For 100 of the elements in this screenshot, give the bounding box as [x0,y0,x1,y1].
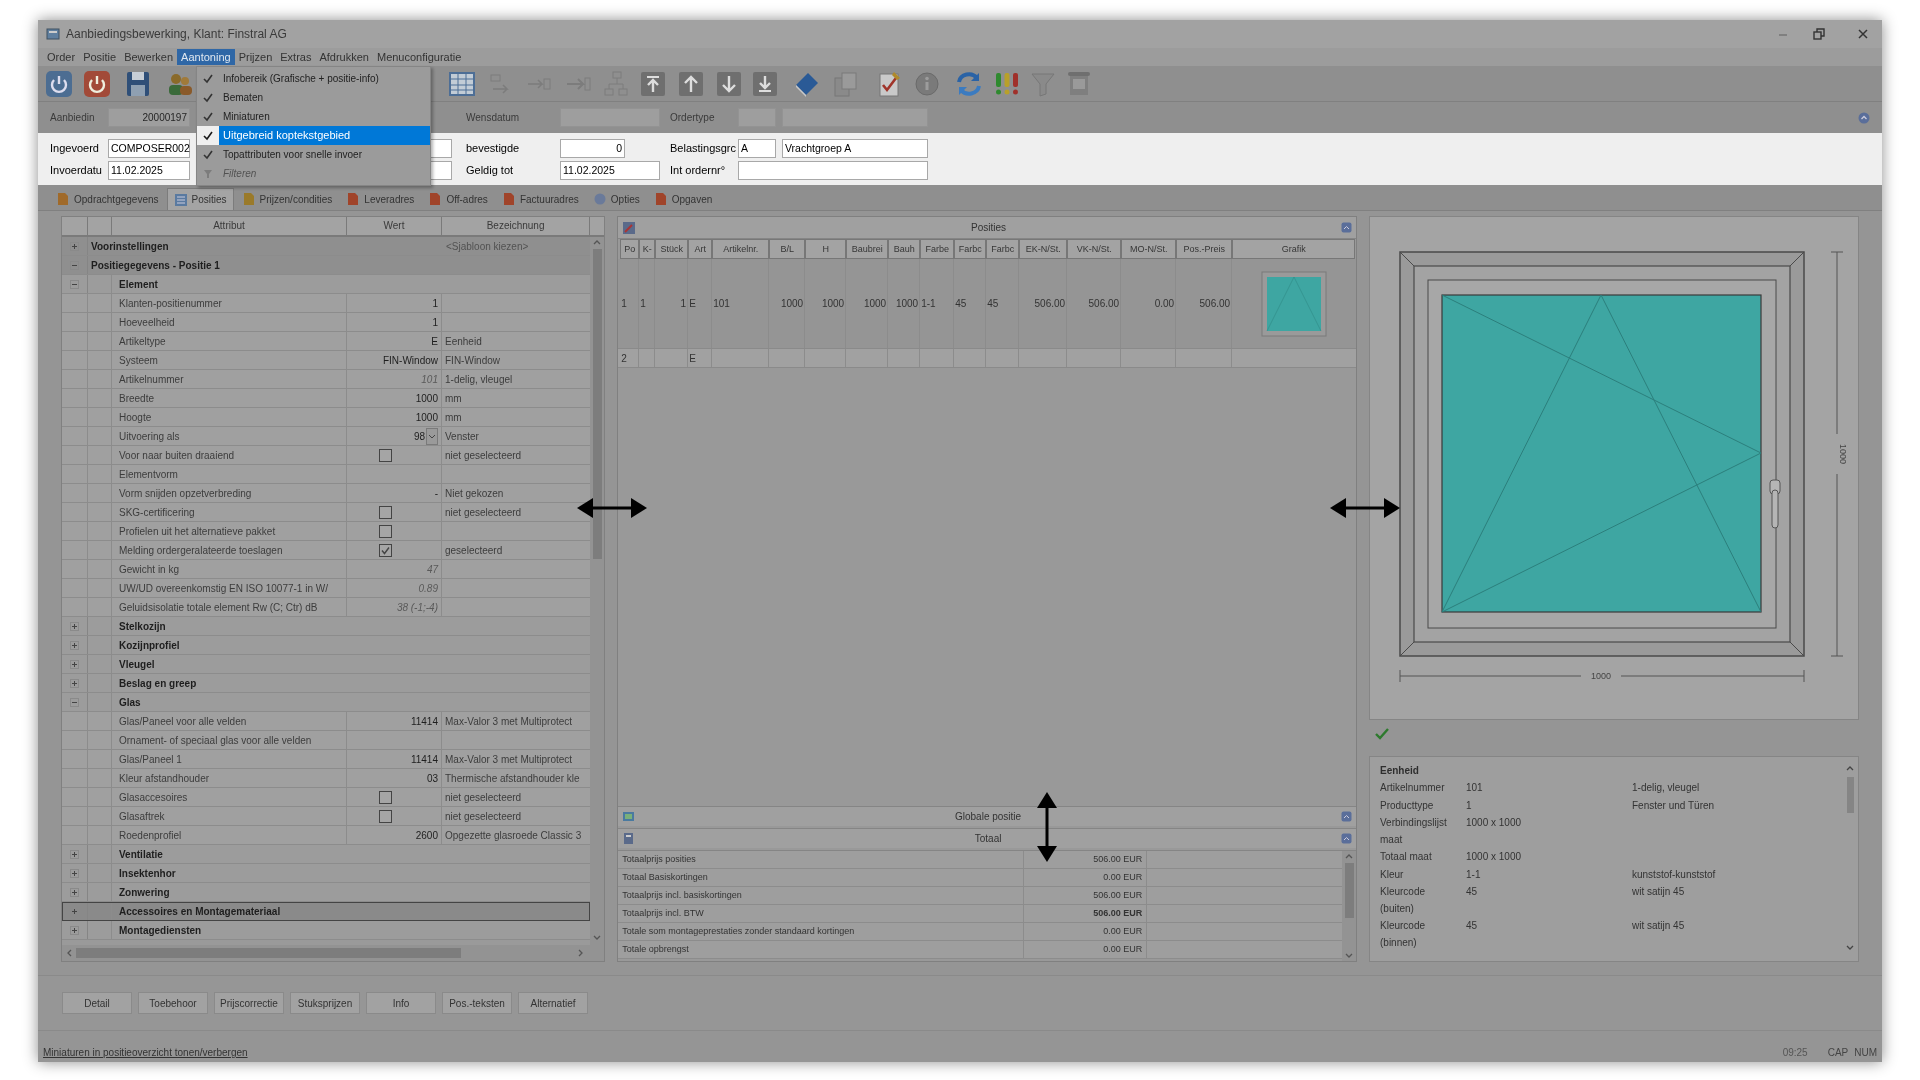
column-header[interactable]: Stück [655,239,689,259]
tree-row[interactable]: Profielen uit het alternatieve pakket [62,522,591,541]
tree-row[interactable]: Beslag en greep [62,674,591,693]
tree-row[interactable]: Glas/Paneel 1 11414 Max-Valor 3 met Multiprotect [62,750,591,769]
tree-row[interactable]: Montagediensten [62,921,591,940]
column-header[interactable]: Attribut [112,217,347,235]
close-icon[interactable] [1856,27,1870,41]
input-field[interactable]: A [738,138,776,158]
expand-toggle-icon[interactable] [70,887,79,897]
expand-toggle-icon[interactable] [70,640,79,650]
expand-toggle-icon[interactable] [70,678,79,688]
tree-row[interactable]: Vorm snijden opzetverbreding - Niet gekozen [62,484,591,503]
tree-row[interactable]: Breedte 1000 mm [62,389,591,408]
tab[interactable]: Factuuradres [495,188,585,210]
column-header[interactable]: H [805,239,847,259]
tree-row[interactable]: Roedenprofiel 2600 Opgezette glasroede Classic 3 [62,826,591,845]
tree-row[interactable]: Gewicht in kg 47 [62,560,591,579]
tree-row[interactable]: Ventilatie [62,845,591,864]
menu-item[interactable]: Miniaturen [197,107,430,126]
action-button[interactable]: Stuksprijzen [290,992,360,1014]
tree-row[interactable]: Glas [62,693,591,712]
restore-icon[interactable] [1812,27,1826,41]
tab[interactable]: Off-adres [422,188,494,210]
tree-row[interactable]: Positiegegevens - Positie 1 [62,256,591,275]
tab[interactable]: Prijzen/condities [235,188,339,210]
expand-toggle-icon[interactable] [70,849,79,859]
tree-row[interactable]: Glasaccesoires niet geselecteerd [62,788,591,807]
input-field[interactable]: COMPOSER002 [108,138,190,158]
input-field[interactable]: Vrachtgroep A [782,138,928,158]
tree-row[interactable]: Vleugel [62,655,591,674]
power-icon[interactable] [44,68,74,99]
scrollbar[interactable] [590,237,605,945]
tree-row[interactable]: Hoeveelheid 1 [62,313,591,332]
tree-row[interactable]: UW/UD overeenkomstig EN ISO 10077-1 in W/ 0.89 [62,579,591,598]
expand-toggle-icon[interactable] [70,621,79,631]
menu-item[interactable]: Order [43,49,80,65]
expand-toggle-icon[interactable] [70,241,79,251]
tree-row[interactable]: Artikeltype E Eenheid [62,332,591,351]
collapse-icon[interactable] [1341,833,1352,844]
column-header[interactable]: K- [639,239,656,259]
menu-item[interactable]: Topattributen voor snelle invoer [197,145,430,164]
menu-item[interactable]: Prijzen [234,49,277,65]
input-field[interactable] [738,160,928,180]
tree-row[interactable]: Uitvoering als 98 Venster [62,427,591,446]
tree-row[interactable]: Geluidsisolatie totale element Rw (C; Ctr) dB 38 (-1;-4) [62,598,591,617]
column-header[interactable]: Po [620,239,640,259]
tab[interactable]: Leveradres [340,188,421,210]
action-button[interactable]: Detail [62,992,132,1014]
tree-row[interactable]: Voor naar buiten draaiend niet geselecteerd [62,446,591,465]
action-button[interactable]: Prijscorrectie [214,992,284,1014]
action-button[interactable]: Info [366,992,436,1014]
tree-row[interactable]: Hoogte 1000 mm [62,408,591,427]
column-header[interactable]: Pos.-Preis [1176,239,1233,259]
column-header[interactable]: Artikelnr. [712,239,770,259]
action-button[interactable]: Toebehoor [138,992,208,1014]
column-header[interactable]: EK-N/St. [1019,239,1068,259]
section-bar[interactable]: Globale positie [618,806,1356,826]
column-header[interactable]: Art [688,239,713,259]
input-field[interactable]: 11.02.2025 [560,160,660,180]
tree-row[interactable]: Ornament- of speciaal glas voor alle velden [62,731,591,750]
tree-row[interactable]: Kozijnprofiel [62,636,591,655]
checkbox[interactable] [379,790,392,804]
tab[interactable]: Posities [166,188,234,210]
tree-row[interactable]: Element [62,275,591,294]
scrollbar-thumb[interactable] [592,249,602,559]
tree-row[interactable]: Insektenhor [62,864,591,883]
menu-item[interactable]: Menuconfiguratie [372,49,466,65]
tree-row[interactable]: Glasaftrek niet geselecteerd [62,807,591,826]
tab[interactable]: Opdrachtgegevens [50,188,165,210]
collapse-toggle-icon[interactable] [70,697,79,707]
menu-item[interactable]: Afdrukken [315,49,373,65]
tree-row[interactable]: SKG-certificering niet geselecteerd [62,503,591,522]
tree-row[interactable]: Accessoires en Montagemateriaal [62,902,591,921]
menu-item[interactable]: Uitgebreid koptekstgebied [197,126,430,145]
checkbox[interactable] [379,448,392,462]
column-header[interactable]: MO-N/St. [1121,239,1177,259]
tree-row[interactable]: Systeem FIN-Window FIN-Window [62,351,591,370]
expand-toggle-icon[interactable] [70,659,79,669]
tree-row[interactable]: Kleur afstandhouder 03 Thermische afstandhouder kle [62,769,591,788]
menu-item[interactable]: Bematen [197,88,430,107]
scrollbar[interactable] [62,945,605,961]
menu-item[interactable]: Positie [79,49,121,65]
column-header[interactable]: Grafik [1232,239,1356,259]
column-header[interactable]: Farbc [954,239,987,259]
menu-item[interactable]: Extras [276,49,316,65]
scrollbar-thumb[interactable] [1846,777,1854,813]
action-button[interactable]: Alternatief [518,992,588,1014]
table-row[interactable]: 1 1 1 E 101 1000 1000 1000 1000 1-1 45 45 506.00 506.00 0.00 506.00 [618,259,1356,349]
tree-row[interactable]: Artikelnummer 101 1-delig, vleugel [62,370,591,389]
tree-row[interactable]: Klanten-positienummer 1 [62,294,591,313]
action-button[interactable]: Pos.-teksten [442,992,512,1014]
checkbox[interactable] [379,809,392,823]
column-header[interactable]: Bezeichnung [442,217,591,235]
section-bar[interactable]: Totaal [618,828,1356,848]
tree-row[interactable]: Elementvorm [62,465,591,484]
table-row[interactable]: 2 E [618,349,1356,368]
column-header[interactable]: Farbe [920,239,955,259]
input-field[interactable]: 20000197 [108,108,190,127]
dropdown-caret-icon[interactable] [426,427,438,445]
power-icon[interactable] [82,68,112,99]
